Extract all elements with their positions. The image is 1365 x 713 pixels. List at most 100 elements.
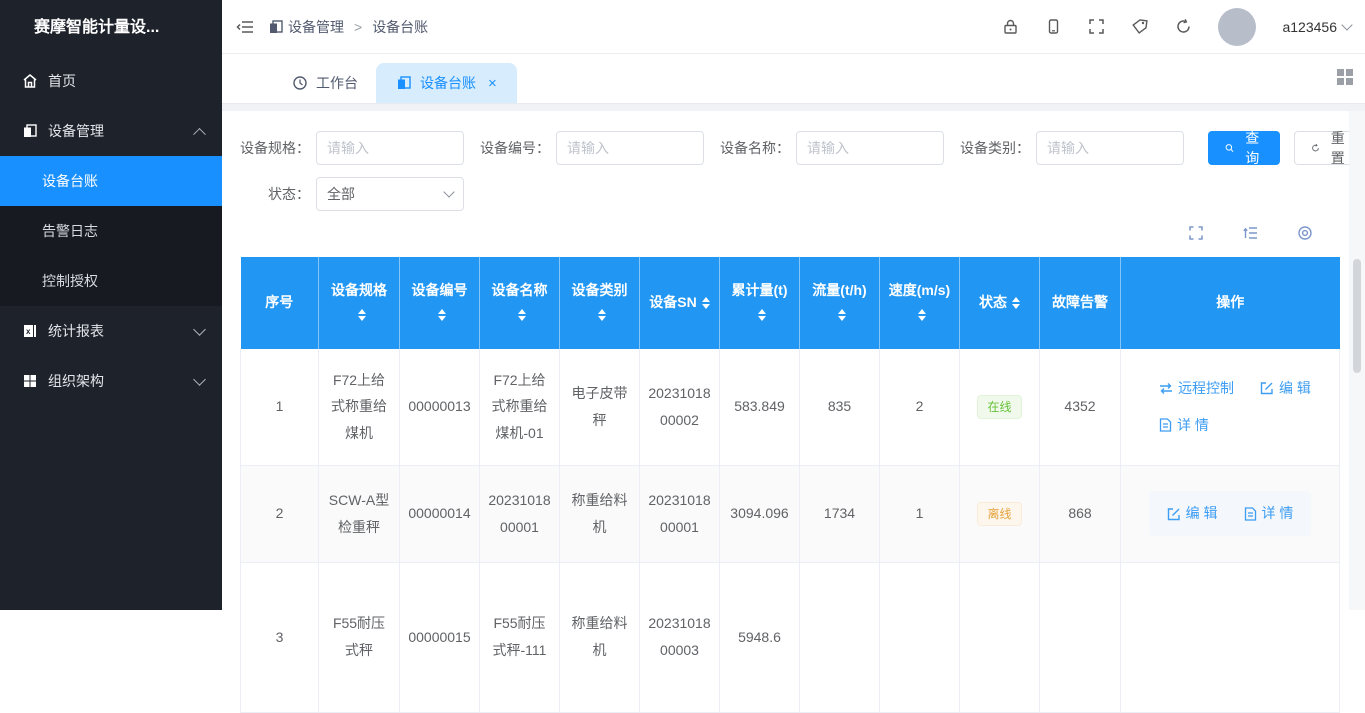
table-fullscreen-icon[interactable] <box>1188 225 1204 241</box>
detail-link[interactable]: 详 情 <box>1244 500 1294 527</box>
col-category[interactable]: 设备类别 <box>560 257 640 349</box>
sort-icon[interactable] <box>758 309 766 321</box>
cell-flow: 835 <box>800 349 880 465</box>
user-menu[interactable]: a123456 <box>1282 19 1351 35</box>
sort-icon[interactable] <box>518 309 526 321</box>
sidebar-item-label: 组织架构 <box>48 371 195 391</box>
status-filter-value: 全部 <box>327 184 355 204</box>
sidebar-item-stats-report[interactable]: x 统计报表 <box>0 306 222 356</box>
cell-fault: 868 <box>1040 465 1121 562</box>
cell-name: F55耐压式秤-111 <box>480 562 560 712</box>
cell-fault: 4352 <box>1040 349 1121 465</box>
cell-flow: 1734 <box>800 465 880 562</box>
sidebar-item-label: 设备管理 <box>48 121 195 141</box>
edit-icon <box>1260 381 1274 395</box>
breadcrumb-folder-icon <box>268 19 284 35</box>
reset-button-label: 重 置 <box>1328 128 1349 168</box>
detail-link[interactable]: 详 情 <box>1159 412 1209 439</box>
col-actions: 操作 <box>1121 257 1340 349</box>
refresh-icon[interactable] <box>1175 18 1192 35</box>
table-settings-icon[interactable] <box>1297 225 1313 241</box>
content: 设备规格： 设备编号： 设备名称： 设备类别： 查 询 <box>222 111 1365 713</box>
tab-list-icon[interactable] <box>1337 69 1353 85</box>
tab-workbench[interactable]: 工作台 <box>274 63 376 103</box>
collapse-menu-icon[interactable] <box>236 19 254 35</box>
cell-actions <box>1121 562 1340 712</box>
cell-speed <box>880 562 960 712</box>
sort-icon[interactable] <box>598 309 606 321</box>
col-total[interactable]: 累计量(t) <box>720 257 800 349</box>
breadcrumb-root[interactable]: 设备管理 <box>288 17 344 37</box>
home-icon <box>22 73 38 89</box>
folder-icon <box>396 75 412 91</box>
sort-icon[interactable] <box>438 309 446 321</box>
separator <box>222 104 1365 111</box>
sort-icon[interactable] <box>702 297 710 309</box>
tab-device-ledger[interactable]: 设备台账 × <box>376 63 517 103</box>
sidebar-item-label: 告警日志 <box>42 221 98 241</box>
status-filter-select[interactable]: 全部 <box>316 177 464 211</box>
sidebar-item-org-structure[interactable]: 组织架构 <box>0 356 222 406</box>
col-sn[interactable]: 设备SN <box>640 257 720 349</box>
sidebar-item-device-mgmt[interactable]: 设备管理 <box>0 106 222 156</box>
sort-icon[interactable] <box>358 309 366 321</box>
cell-actions: 远程控制 编 辑 <box>1121 349 1340 465</box>
col-code[interactable]: 设备编号 <box>400 257 480 349</box>
edit-link[interactable]: 编 辑 <box>1167 500 1218 527</box>
col-speed[interactable]: 速度(m/s) <box>880 257 960 349</box>
fullscreen-icon[interactable] <box>1088 18 1105 35</box>
sidebar-item-home[interactable]: 首页 <box>0 56 222 106</box>
scrollbar-track[interactable] <box>1349 111 1365 610</box>
remote-control-icon <box>1159 382 1173 395</box>
sidebar-item-alarm-log[interactable]: 告警日志 <box>0 206 222 256</box>
user-avatar[interactable] <box>1218 8 1256 46</box>
code-filter-input[interactable] <box>556 131 704 165</box>
username: a123456 <box>1282 19 1337 35</box>
sort-icon[interactable] <box>838 309 846 321</box>
document-icon <box>1159 418 1172 432</box>
lock-icon[interactable] <box>1002 18 1019 35</box>
table-row: 1 F72上给式称重给煤机 00000013 F72上给式称重给煤机-01 电子… <box>241 349 1340 465</box>
sort-icon[interactable] <box>1012 297 1020 309</box>
cell-category: 称重给料机 <box>560 465 640 562</box>
col-status[interactable]: 状态 <box>960 257 1040 349</box>
category-filter-label: 设备类别： <box>960 138 1030 158</box>
spec-filter-input[interactable] <box>316 131 464 165</box>
cell-index: 1 <box>241 349 319 465</box>
col-flow[interactable]: 流量(t/h) <box>800 257 880 349</box>
search-button[interactable]: 查 询 <box>1208 131 1280 165</box>
cell-fault <box>1040 562 1121 712</box>
edit-link[interactable]: 编 辑 <box>1260 375 1311 402</box>
cell-total: 3094.096 <box>720 465 800 562</box>
mobile-icon[interactable] <box>1045 18 1062 35</box>
col-spec[interactable]: 设备规格 <box>319 257 400 349</box>
category-filter-input[interactable] <box>1036 131 1184 165</box>
device-table: 序号 设备规格 设备编号 设备名称 设备类别 设备SN 累计量(t) 流量(t/… <box>240 257 1340 713</box>
scrollbar-thumb[interactable] <box>1353 259 1361 373</box>
status-badge: 在线 <box>977 395 1021 419</box>
table-row: 3 F55耐压式秤 00000015 F55耐压式秤-111 称重给料机 202… <box>241 562 1340 712</box>
table-header: 序号 设备规格 设备编号 设备名称 设备类别 设备SN 累计量(t) 流量(t/… <box>241 257 1340 349</box>
sidebar-item-control-auth[interactable]: 控制授权 <box>0 256 222 306</box>
close-icon[interactable]: × <box>488 75 497 92</box>
status-filter-label: 状态： <box>240 184 310 204</box>
folder-icon <box>22 123 38 139</box>
chevron-down-icon <box>1341 19 1352 30</box>
cell-index: 2 <box>241 465 319 562</box>
sidebar-item-device-ledger[interactable]: 设备台账 <box>0 156 222 206</box>
search-button-label: 查 询 <box>1242 128 1263 168</box>
col-index: 序号 <box>241 257 319 349</box>
cell-name: F72上给式称重给煤机-01 <box>480 349 560 465</box>
cell-speed: 1 <box>880 465 960 562</box>
remote-control-link[interactable]: 远程控制 <box>1159 375 1234 402</box>
spec-filter-label: 设备规格： <box>240 138 310 158</box>
cell-sn: 2023101800002 <box>640 349 720 465</box>
col-name[interactable]: 设备名称 <box>480 257 560 349</box>
main-area: 设备管理 > 设备台账 <box>222 0 1365 610</box>
tag-icon[interactable] <box>1131 18 1149 35</box>
name-filter-input[interactable] <box>796 131 944 165</box>
chevron-down-icon <box>193 373 206 386</box>
sort-icon[interactable] <box>918 309 926 321</box>
sidebar-item-label: 统计报表 <box>48 321 195 341</box>
table-density-icon[interactable] <box>1242 225 1259 241</box>
